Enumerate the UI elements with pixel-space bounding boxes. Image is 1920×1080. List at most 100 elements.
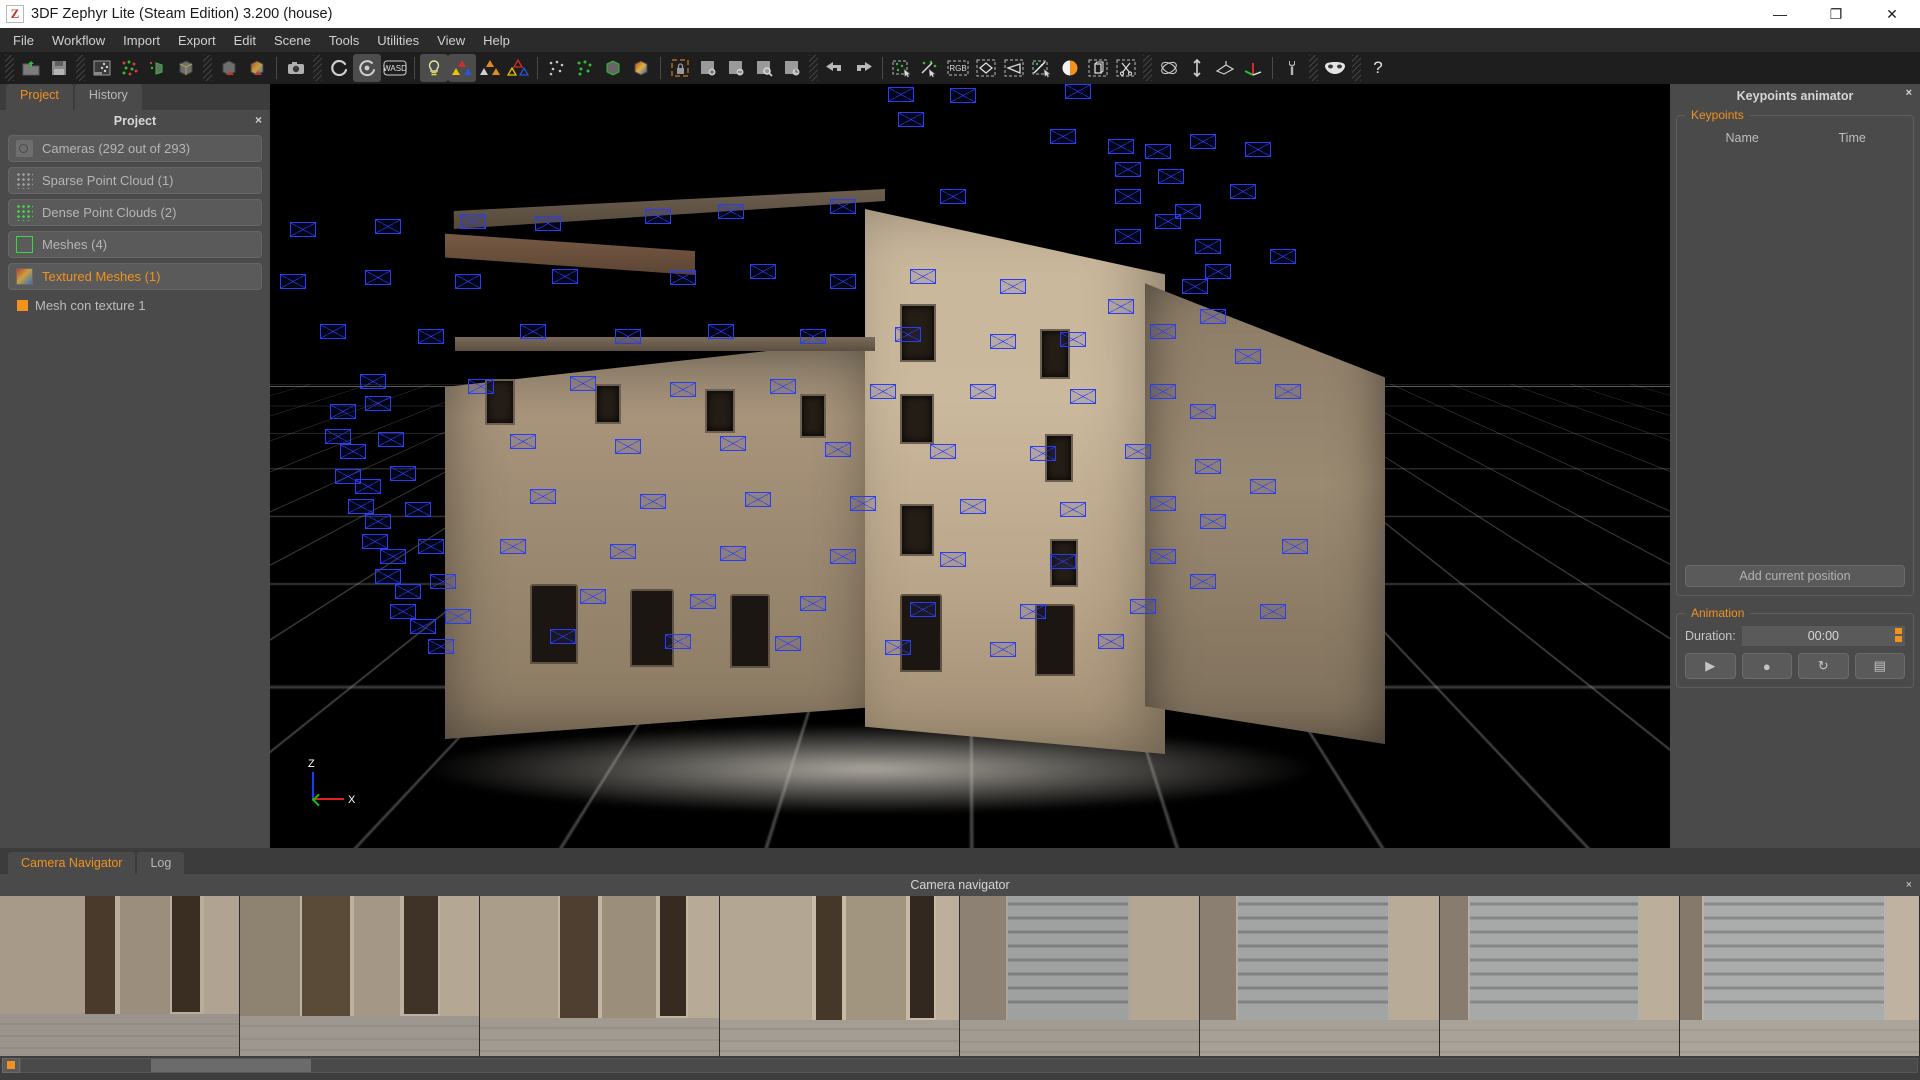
tab-project[interactable]: Project [6,84,73,110]
camera-frustum[interactable] [510,434,536,449]
crop-box-icon[interactable] [1084,54,1112,82]
camera-frustum[interactable] [930,444,956,459]
camera-thumbnail[interactable] [720,896,960,1056]
camera-frustum[interactable] [1115,229,1141,244]
menu-workflow[interactable]: Workflow [43,30,114,51]
camera-frustum[interactable] [1060,332,1086,347]
camera-frustum[interactable] [665,634,691,649]
menu-file[interactable]: File [4,30,43,51]
camera-frustum[interactable] [1190,404,1216,419]
wasd-icon[interactable]: WASD [381,54,409,82]
tree-item-meshes[interactable]: Meshes (4) [8,231,262,258]
menu-help[interactable]: Help [474,30,519,51]
toolbar-grip[interactable] [203,55,212,81]
camera-frustum[interactable] [830,199,856,214]
camera-frustum[interactable] [910,602,936,617]
camera-frustum[interactable] [455,274,481,289]
camera-frustum[interactable] [720,436,746,451]
camera-frustum[interactable] [770,379,796,394]
camera-frustum[interactable] [1235,349,1261,364]
close-button[interactable]: ✕ [1864,0,1920,28]
camera-frustum[interactable] [428,639,454,654]
minimize-button[interactable]: — [1752,0,1808,28]
camera-frustum[interactable] [615,439,641,454]
camera-frustum[interactable] [990,642,1016,657]
camera-frustum[interactable] [290,222,316,237]
camera-frustum[interactable] [1108,299,1134,314]
tree-item-sparse-point-cloud[interactable]: Sparse Point Cloud (1) [8,167,262,194]
menu-utilities[interactable]: Utilities [368,30,428,51]
sparse-cloud-icon[interactable] [88,54,116,82]
camera-frustum[interactable] [375,569,401,584]
camera-frustum[interactable] [1275,384,1301,399]
camera-frustum[interactable] [418,539,444,554]
add-selection-icon[interactable] [694,54,722,82]
camera-frustum[interactable] [445,609,471,624]
dense-cloud-icon[interactable] [116,54,144,82]
camera-frustum[interactable] [348,499,374,514]
camera-frustum[interactable] [535,216,561,231]
camera-frustum[interactable] [280,274,306,289]
camera-frustum[interactable] [1145,144,1171,159]
camera-frustum[interactable] [1098,634,1124,649]
camera-frustum[interactable] [745,492,771,507]
camera-frustum[interactable] [1245,142,1271,157]
camera-frustum[interactable] [1200,309,1226,324]
camera-frustum[interactable] [365,270,391,285]
keypoints-animator-close-icon[interactable]: × [1906,87,1912,99]
play-button[interactable]: ▶ [1685,653,1736,679]
camera-frustum[interactable] [775,636,801,651]
camera-frustum[interactable] [530,489,556,504]
camera-frustum[interactable] [850,496,876,511]
duration-input[interactable]: 00:00 [1741,626,1905,646]
toolbar-grip[interactable] [313,55,322,81]
camera-frustum[interactable] [670,382,696,397]
camera-frustum[interactable] [468,379,494,394]
camera-frustum[interactable] [970,384,996,399]
camera-frustum[interactable] [960,499,986,514]
mesh-icon[interactable] [172,54,200,82]
camera-frustum[interactable] [870,384,896,399]
camera-frustum[interactable] [1200,514,1226,529]
textured-mesh-preview-icon[interactable] [215,54,243,82]
camera-frustum[interactable] [950,88,976,103]
camera-frustum[interactable] [340,444,366,459]
erase-points-icon[interactable] [1028,54,1056,82]
camera-frustum[interactable] [390,604,416,619]
scrollbar-track[interactable] [20,1057,1918,1073]
zoom-selection-icon[interactable] [750,54,778,82]
camera-frustum[interactable] [1020,604,1046,619]
show-dense-points-icon[interactable] [571,54,599,82]
contrast-icon[interactable] [1056,54,1084,82]
camera-strip-scrollbar[interactable] [0,1056,1920,1074]
camera-frustum[interactable] [1230,184,1256,199]
lock-selection-icon[interactable] [666,54,694,82]
rgb-filter-icon[interactable]: RGB [944,54,972,82]
tree-item-dense-point-clouds[interactable]: Dense Point Clouds (2) [8,199,262,226]
turntable-icon[interactable] [353,54,381,82]
camera-frustum[interactable] [720,546,746,561]
subtract-selection-icon[interactable] [722,54,750,82]
select-points-icon[interactable] [888,54,916,82]
save-project-icon[interactable] [45,54,73,82]
deselect-points-icon[interactable] [916,54,944,82]
camera-frustum[interactable] [888,87,914,102]
camera-frustum[interactable] [365,396,391,411]
camera-frustum[interactable] [1150,496,1176,511]
camera-frustum[interactable] [325,429,351,444]
export-video-button[interactable]: ▤ [1854,653,1905,679]
camera-frustum[interactable] [460,214,486,229]
camera-frustum[interactable] [580,589,606,604]
menu-edit[interactable]: Edit [225,30,265,51]
camera-frustum[interactable] [360,374,386,389]
camera-frustum[interactable] [410,619,436,634]
camera-frustum[interactable] [1115,162,1141,177]
camera-frustum[interactable] [750,264,776,279]
camera-frustum[interactable] [405,502,431,517]
camera-frustum[interactable] [418,329,444,344]
tree-child-mesh-con-texture-1[interactable]: Mesh con texture 1 [8,295,262,315]
textured-mesh-icon[interactable] [243,54,271,82]
camera-frustum[interactable] [1282,539,1308,554]
camera-frustum[interactable] [1000,279,1026,294]
menu-tools[interactable]: Tools [320,30,368,51]
